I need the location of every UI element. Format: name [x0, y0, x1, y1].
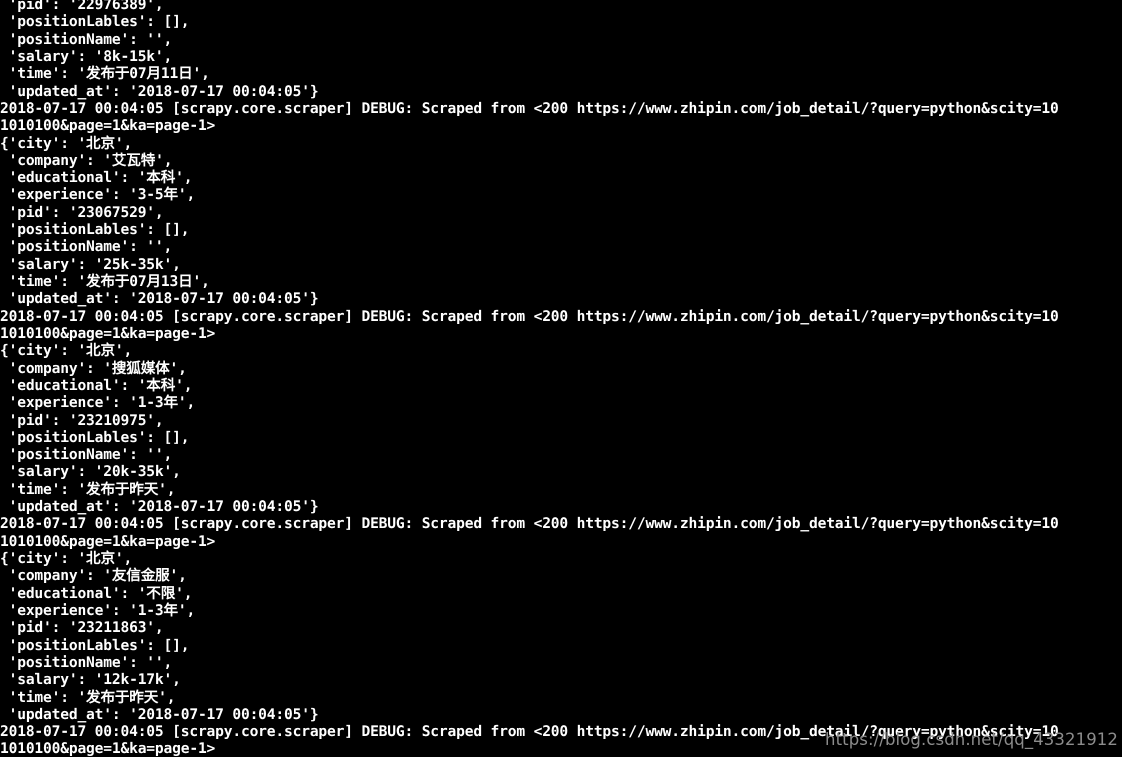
terminal-window[interactable]: 'pid': '22976389', 'positionLables': [],… [0, 0, 1122, 757]
terminal-line: 2018-07-17 00:04:05 [scrapy.core.scraper… [0, 723, 1059, 741]
terminal-line: 1010100&page=1&ka=page-1> [0, 324, 216, 342]
terminal-line: 'positionName': '', [0, 653, 173, 671]
terminal-line: 'time': '发布于昨天', [0, 688, 176, 706]
terminal-line: 'updated_at': '2018-07-17 00:04:05'} [0, 498, 319, 516]
terminal-line: 'company': '艾瓦特', [0, 151, 173, 169]
terminal-line: 'educational': '本科', [0, 376, 193, 394]
terminal-line: 'experience': '3-5年', [0, 186, 196, 204]
terminal-line: 'pid': '23067529', [0, 203, 164, 221]
terminal-line: 'time': '发布于07月11日', [0, 65, 210, 83]
terminal-line: 'pid': '22976389', [0, 0, 164, 13]
terminal-line: 2018-07-17 00:04:05 [scrapy.core.scraper… [0, 515, 1059, 533]
terminal-line: 'updated_at': '2018-07-17 00:04:05'} [0, 290, 319, 308]
terminal-line: {'city': '北京', [0, 134, 133, 152]
terminal-line: 'positionLables': [], [0, 13, 190, 31]
terminal-line: {'city': '北京', [0, 550, 133, 567]
terminal-line: 'salary': '8k-15k', [0, 47, 173, 65]
terminal-line: 'educational': '本科', [0, 169, 193, 187]
terminal-line: 2018-07-17 00:04:05 [scrapy.core.scraper… [0, 99, 1059, 117]
terminal-line: 'salary': '20k-35k', [0, 463, 181, 481]
terminal-line: 2018-07-17 00:04:05 [scrapy.core.scraper… [0, 307, 1059, 325]
terminal-line: 'salary': '25k-35k', [0, 255, 181, 273]
terminal-line: 'time': '发布于昨天', [0, 480, 176, 498]
terminal-output[interactable]: 'pid': '22976389', 'positionLables': [],… [0, 0, 1122, 757]
terminal-line: 'updated_at': '2018-07-17 00:04:05'} [0, 705, 319, 723]
terminal-line: 'pid': '23211863', [0, 619, 164, 637]
terminal-line: 'company': '友信金服', [0, 567, 187, 585]
terminal-line: 1010100&page=1&ka=page-1> [0, 532, 216, 550]
terminal-line: 'experience': '1-3年', [0, 601, 196, 619]
terminal-line: 'positionName': '', [0, 30, 173, 48]
terminal-line: 1010100&page=1&ka=page-1> [0, 740, 216, 757]
terminal-line: 'salary': '12k-17k', [0, 671, 181, 689]
terminal-line: 1010100&page=1&ka=page-1> [0, 117, 216, 135]
terminal-line: 'positionName': '', [0, 446, 173, 464]
terminal-line: 'updated_at': '2018-07-17 00:04:05'} [0, 82, 319, 100]
terminal-line: 'positionName': '', [0, 238, 173, 256]
terminal-line: {'city': '北京', [0, 342, 133, 360]
terminal-line: 'positionLables': [], [0, 428, 190, 446]
terminal-line: 'experience': '1-3年', [0, 394, 196, 412]
terminal-line: 'positionLables': [], [0, 636, 190, 654]
terminal-line: 'educational': '不限', [0, 584, 193, 602]
terminal-line: 'pid': '23210975', [0, 411, 164, 429]
terminal-line: 'time': '发布于07月13日', [0, 273, 210, 290]
terminal-line: 'company': '搜狐媒体', [0, 359, 187, 377]
terminal-line: 'positionLables': [], [0, 221, 190, 239]
